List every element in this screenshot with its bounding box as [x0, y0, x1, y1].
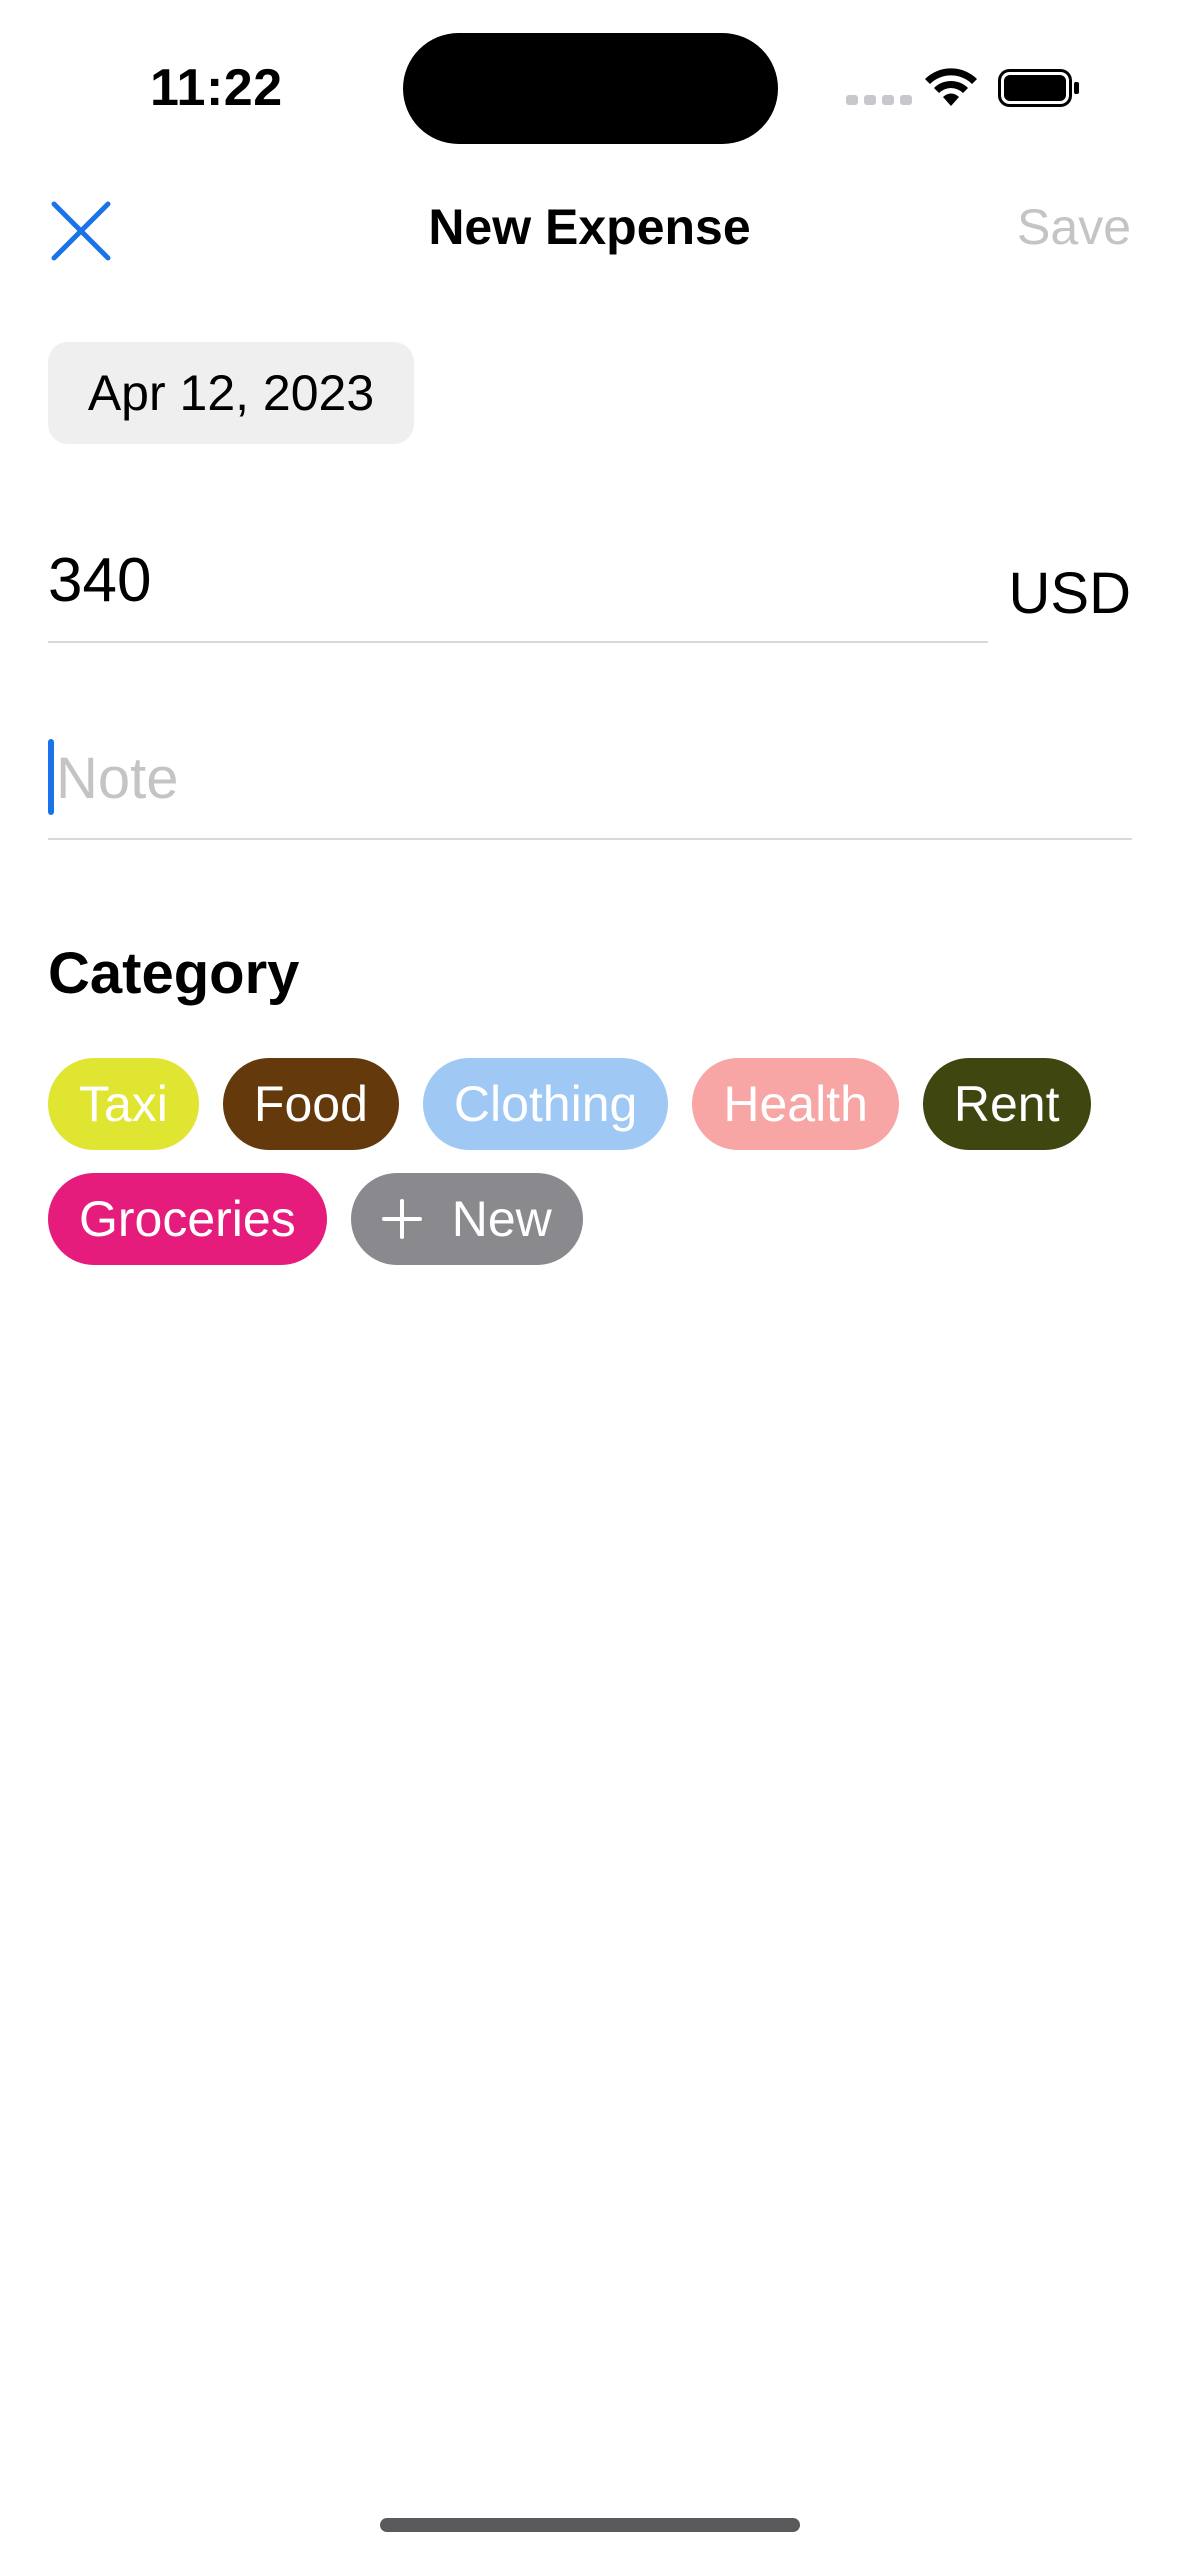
category-heading: Category — [48, 941, 300, 1006]
category-chip-label: Rent — [953, 1076, 1060, 1132]
signal-icon — [846, 95, 912, 105]
date-picker-button[interactable]: Apr 12, 2023 — [48, 342, 414, 444]
category-chip-row: Taxi Food Clothing Health Rent — [48, 1058, 1091, 1150]
home-indicator[interactable] — [380, 2518, 800, 2532]
note-divider — [48, 838, 1132, 840]
category-chip-taxi[interactable]: Taxi — [48, 1058, 199, 1150]
new-category-button[interactable]: New — [350, 1173, 583, 1265]
category-chip-health[interactable]: Health — [692, 1058, 899, 1150]
category-chip-label: Health — [723, 1076, 868, 1132]
new-category-label: New — [451, 1191, 552, 1247]
amount-divider — [48, 641, 988, 643]
category-chip-groceries[interactable]: Groceries — [48, 1173, 327, 1265]
amount-field[interactable]: 340 — [48, 545, 151, 616]
dynamic-island — [403, 33, 778, 144]
battery-icon — [998, 69, 1079, 107]
category-chip-label: Taxi — [79, 1076, 168, 1132]
note-input[interactable] — [56, 738, 1126, 818]
category-chip-label: Groceries — [79, 1191, 296, 1247]
category-chip-label: Food — [253, 1076, 368, 1132]
save-button[interactable]: Save — [1017, 198, 1131, 256]
wifi-icon — [925, 68, 977, 106]
text-cursor — [48, 739, 54, 815]
category-chip-row: Groceries New — [48, 1173, 583, 1265]
category-chip-rent[interactable]: Rent — [922, 1058, 1091, 1150]
status-time: 11:22 — [150, 59, 283, 117]
plus-icon — [381, 1199, 422, 1239]
category-chip-label: Clothing — [453, 1076, 638, 1132]
page-title: New Expense — [428, 199, 751, 255]
currency-selector[interactable]: USD — [1009, 560, 1131, 627]
category-chip-food[interactable]: Food — [222, 1058, 399, 1150]
category-chip-clothing[interactable]: Clothing — [422, 1058, 669, 1150]
